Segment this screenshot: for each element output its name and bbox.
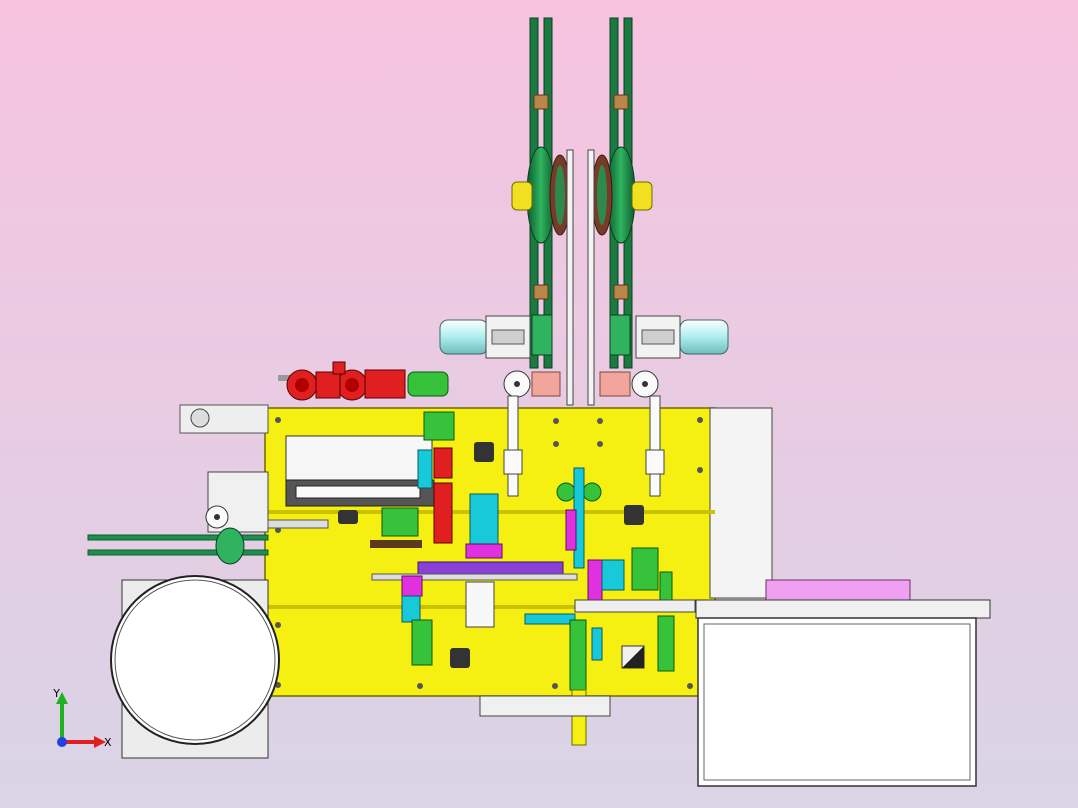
center-guide-left	[566, 149, 574, 406]
salmon-roller	[599, 371, 631, 397]
cad-model-drawing: Y X	[0, 0, 1078, 808]
bronze-roller	[533, 284, 549, 300]
base-foot	[479, 695, 611, 717]
cad-viewport[interactable]: Y X	[0, 0, 1078, 808]
yellow-hub	[631, 181, 653, 211]
center-guide-right	[587, 149, 595, 406]
bronze-roller	[533, 94, 549, 110]
triad-x-label: X	[104, 736, 112, 749]
yellow-hub	[511, 181, 533, 211]
triad-y-label: Y	[52, 687, 60, 700]
salmon-roller	[531, 371, 561, 397]
bronze-roller	[613, 284, 629, 300]
tape-reel-housing	[110, 575, 280, 759]
left-air-cylinder	[439, 315, 531, 359]
bronze-roller	[613, 94, 629, 110]
output-bin	[695, 579, 991, 787]
right-air-cylinder	[635, 315, 729, 359]
